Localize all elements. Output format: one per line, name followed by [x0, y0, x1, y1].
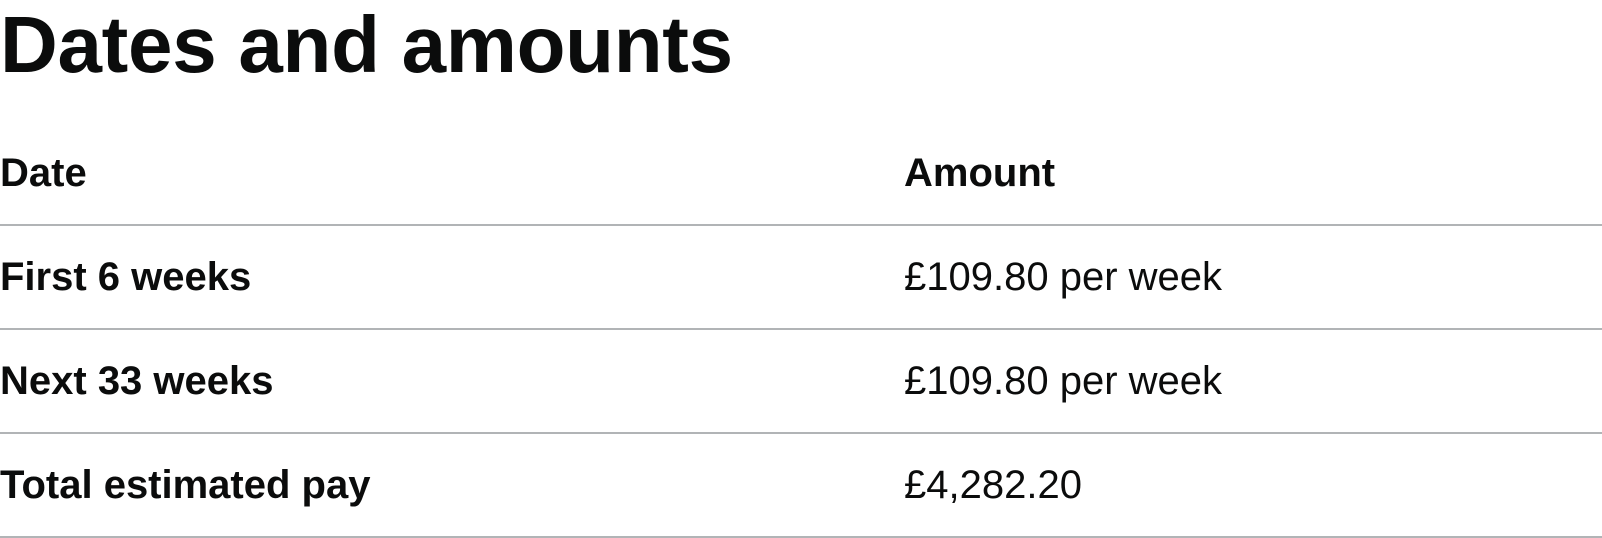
column-header-date: Date [0, 122, 904, 226]
row-amount-cell: £109.80 per week [904, 225, 1602, 330]
dates-amounts-table: Date Amount First 6 weeks £109.80 per we… [0, 122, 1602, 538]
table-header-row: Date Amount [0, 122, 1602, 226]
table-row: Next 33 weeks £109.80 per week [0, 329, 1602, 434]
row-date-cell: Next 33 weeks [0, 329, 904, 434]
row-amount-cell: £109.80 per week [904, 329, 1602, 434]
table-body: First 6 weeks £109.80 per week Next 33 w… [0, 225, 1602, 538]
table-row: First 6 weeks £109.80 per week [0, 225, 1602, 330]
page-title: Dates and amounts [0, 0, 733, 89]
total-amount-cell: £4,282.20 [904, 433, 1602, 538]
table-header: Date Amount [0, 122, 1602, 226]
row-date-cell: First 6 weeks [0, 225, 904, 330]
column-header-amount: Amount [904, 122, 1602, 226]
table-row-total: Total estimated pay £4,282.20 [0, 433, 1602, 538]
total-label-cell: Total estimated pay [0, 433, 904, 538]
